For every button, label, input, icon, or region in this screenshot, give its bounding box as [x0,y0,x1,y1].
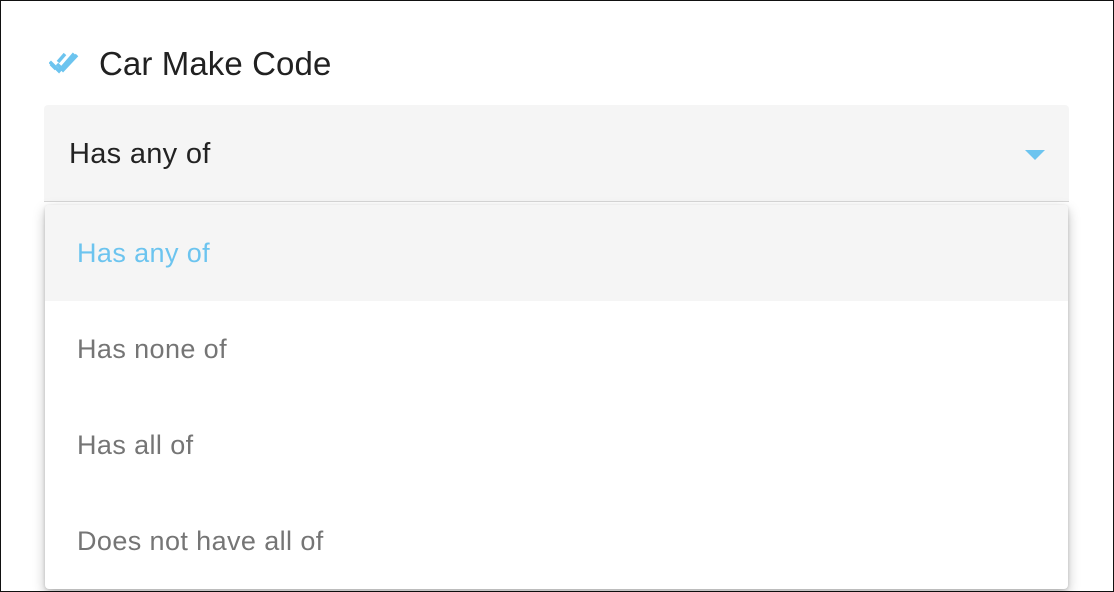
menu-option-label: Does not have all of [77,525,324,556]
menu-option-label: Has all of [77,429,194,460]
select-value: Has any of [69,138,211,170]
filter-panel: Car Make Code Has any of Has any of Has … [0,0,1114,592]
menu-option-label: Has any of [77,237,211,268]
menu-option-has-all-of[interactable]: Has all of [45,397,1068,493]
menu-option-has-any-of[interactable]: Has any of [45,205,1068,301]
menu-option-label: Has none of [77,333,227,364]
double-check-icon [49,49,79,79]
menu-option-has-none-of[interactable]: Has none of [45,301,1068,397]
operator-select[interactable]: Has any of [44,105,1069,202]
operator-menu: Has any of Has none of Has all of Does n… [45,205,1068,589]
filter-title: Car Make Code [99,45,332,82]
menu-option-does-not-have-all-of[interactable]: Does not have all of [45,493,1068,589]
filter-header: Car Make Code [49,45,331,83]
dropdown-caret-icon[interactable] [1025,150,1045,160]
